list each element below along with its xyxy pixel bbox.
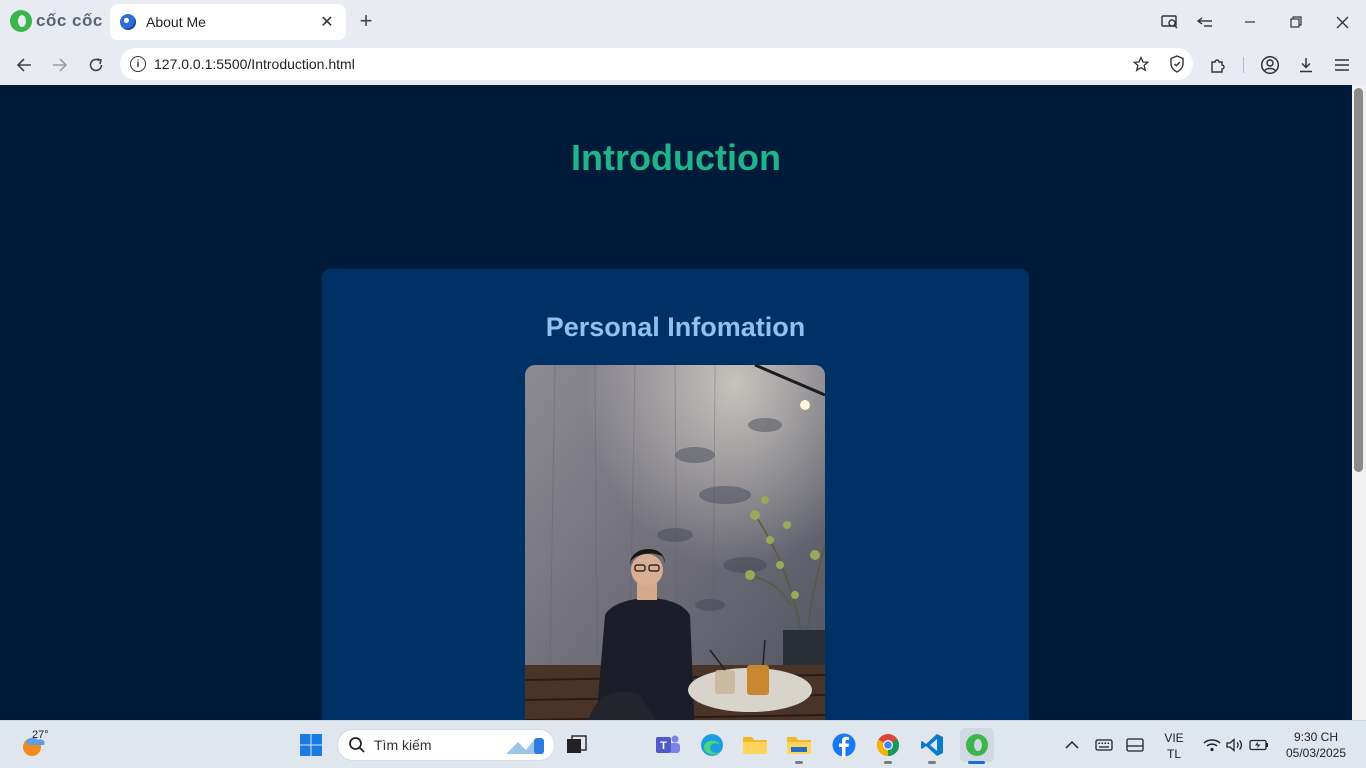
- profile-photo: [525, 365, 825, 720]
- coccoc-taskbar-icon[interactable]: [960, 728, 994, 762]
- edge-icon[interactable]: [696, 729, 728, 761]
- browser-tabbar: cốc cốc About Me ✕ +: [0, 0, 1366, 44]
- battery-icon[interactable]: [1243, 729, 1275, 761]
- temperature-text: 27°: [32, 729, 49, 741]
- tab-list-icon[interactable]: [1189, 8, 1221, 36]
- tab-favicon-icon: [120, 14, 136, 30]
- browser-toolbar: i 127.0.0.1:5500/Introduction.html: [0, 44, 1366, 85]
- page-viewport: Introduction Personal Infomation: [0, 85, 1352, 720]
- browser-brand[interactable]: cốc cốc: [10, 10, 103, 32]
- brand-name: cốc cốc: [36, 11, 103, 30]
- page-scrollbar-thumb[interactable]: [1354, 88, 1363, 472]
- bookmark-star-icon[interactable]: [1131, 54, 1151, 74]
- tab-about-me[interactable]: About Me ✕: [110, 4, 346, 40]
- download-icon[interactable]: [1295, 54, 1317, 76]
- task-view-icon[interactable]: [561, 729, 593, 761]
- profile-icon[interactable]: [1259, 54, 1281, 76]
- windows-taskbar: 27° Tìm kiếm T VIE TL 9:30 CH 05/03/2025: [0, 720, 1366, 768]
- chrome-icon[interactable]: [872, 729, 904, 761]
- svg-text:T: T: [660, 740, 667, 752]
- url-text: 127.0.0.1:5500/Introduction.html: [154, 56, 355, 72]
- search-placeholder: Tìm kiếm: [374, 737, 432, 753]
- folder-open-indicator: [795, 761, 803, 764]
- vscode-open-indicator: [928, 761, 936, 764]
- folder-icon[interactable]: [783, 729, 815, 761]
- search-highlight-icon: [506, 738, 544, 754]
- taskbar-search[interactable]: Tìm kiếm: [337, 729, 555, 761]
- clock[interactable]: 9:30 CH 05/03/2025: [1280, 729, 1352, 761]
- clock-date: 05/03/2025: [1285, 746, 1347, 760]
- coccoc-logo-icon: [10, 10, 32, 32]
- file-explorer-icon[interactable]: [739, 729, 771, 761]
- tab-title: About Me: [146, 14, 206, 30]
- restore-icon[interactable]: [1280, 8, 1312, 36]
- reload-button[interactable]: [82, 51, 110, 79]
- tab-close-icon[interactable]: ✕: [318, 12, 336, 32]
- personal-info-card: Personal Infomation: [322, 269, 1029, 720]
- card-title: Personal Infomation: [545, 312, 806, 342]
- menu-icon[interactable]: [1331, 54, 1353, 76]
- vscode-icon[interactable]: [916, 729, 948, 761]
- forward-button[interactable]: [46, 51, 74, 79]
- keyboard-icon[interactable]: [1088, 729, 1120, 761]
- shield-icon[interactable]: [1167, 54, 1187, 74]
- site-info-icon[interactable]: i: [130, 56, 146, 72]
- start-windows-icon[interactable]: [295, 729, 327, 761]
- search-icon: [349, 737, 365, 753]
- coccoc-active-indicator: [968, 761, 985, 764]
- chrome-open-indicator: [884, 761, 892, 764]
- teams-icon[interactable]: T: [652, 729, 684, 761]
- close-window-icon[interactable]: [1326, 8, 1358, 36]
- facebook-icon[interactable]: [828, 729, 860, 761]
- screen-search-icon[interactable]: [1154, 8, 1186, 36]
- language-code: VIE: [1164, 731, 1184, 745]
- page-title: Introduction: [571, 137, 781, 178]
- minimize-icon[interactable]: [1234, 8, 1266, 36]
- extensions-icon[interactable]: [1207, 54, 1229, 76]
- keyboard-layout: TL: [1166, 747, 1181, 761]
- show-hidden-icons-icon[interactable]: [1056, 729, 1088, 761]
- toolbar-divider: [1243, 57, 1244, 73]
- touch-keyboard-icon[interactable]: [1119, 729, 1151, 761]
- address-bar[interactable]: i 127.0.0.1:5500/Introduction.html: [120, 48, 1193, 80]
- clock-time: 9:30 CH: [1293, 730, 1339, 744]
- input-language[interactable]: VIE TL: [1160, 730, 1188, 762]
- back-button[interactable]: [10, 51, 38, 79]
- new-tab-button[interactable]: +: [356, 10, 376, 34]
